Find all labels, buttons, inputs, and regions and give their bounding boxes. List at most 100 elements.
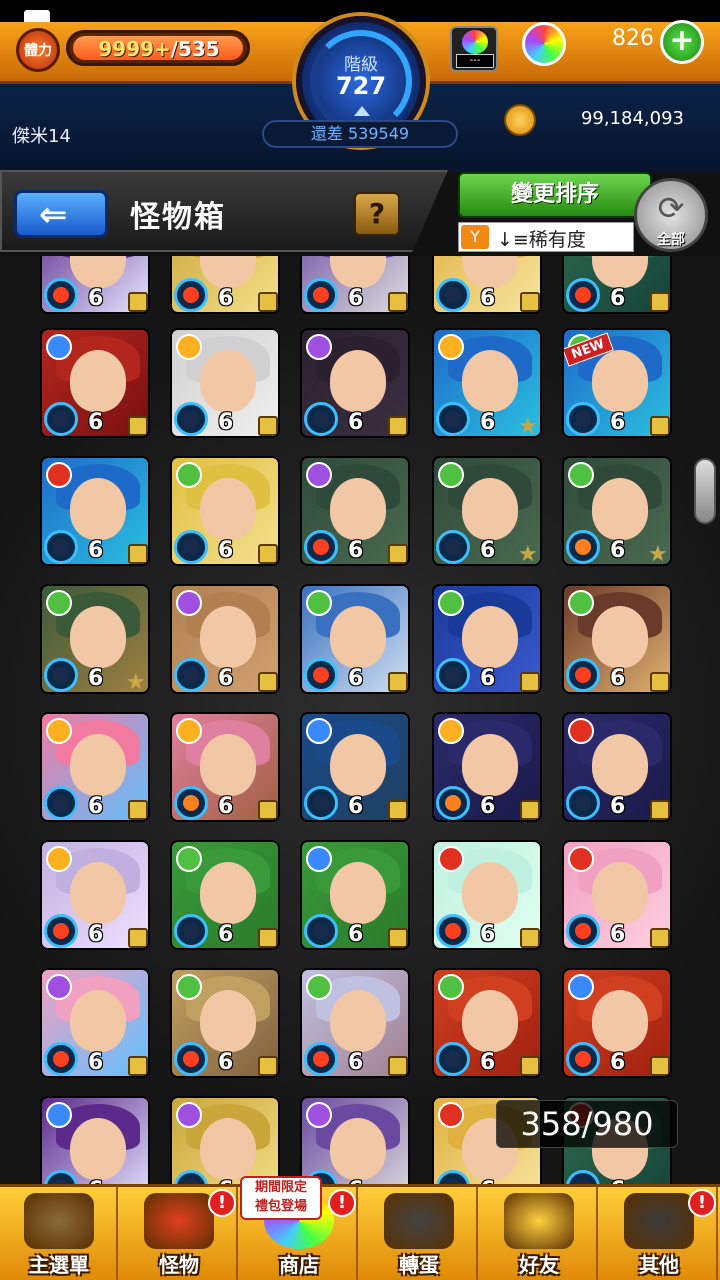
- monster-face: [70, 350, 126, 412]
- monster-face: [200, 478, 256, 540]
- fruit-icon: [436, 1042, 470, 1076]
- nav-item[interactable]: 好友: [480, 1187, 598, 1280]
- monster-level: 6: [610, 538, 626, 563]
- element-icon: [568, 590, 594, 616]
- monster-card[interactable]: 6 NEW: [562, 328, 672, 438]
- monster-card[interactable]: 6: [40, 712, 150, 822]
- refresh-label: 全部: [657, 232, 685, 248]
- nav-item[interactable]: 怪物!: [120, 1187, 238, 1280]
- monster-level: 6: [348, 1050, 364, 1075]
- lock-icon: [388, 544, 408, 564]
- monster-card[interactable]: 6: [300, 968, 410, 1078]
- monster-card[interactable]: 6 ★: [40, 584, 150, 694]
- monster-level: 6: [348, 538, 364, 563]
- nav-label: 怪物: [159, 1253, 199, 1277]
- lock-icon: [388, 416, 408, 436]
- monster-card[interactable]: 6: [562, 584, 672, 694]
- monster-card[interactable]: 6: [300, 584, 410, 694]
- element-icon: [176, 462, 202, 488]
- monster-card[interactable]: 6: [300, 712, 410, 822]
- monster-card[interactable]: 6 ★: [562, 456, 672, 566]
- scrollbar-handle[interactable]: [694, 458, 716, 524]
- change-sort-button[interactable]: 變更排序: [458, 172, 652, 218]
- monster-card[interactable]: 6: [432, 840, 542, 950]
- monster-card[interactable]: 6: [300, 1096, 410, 1184]
- sort-current: ↓≡稀有度: [497, 229, 586, 251]
- element-icon: [438, 1102, 464, 1128]
- monster-card[interactable]: 6: [562, 840, 672, 950]
- back-button[interactable]: ⇐: [14, 190, 108, 238]
- element-icon: [306, 846, 332, 872]
- gift-box-button[interactable]: ---: [450, 26, 498, 72]
- fruit-icon-inner: [53, 667, 69, 683]
- monster-card[interactable]: 6: [170, 968, 280, 1078]
- fruit-icon-inner: [313, 411, 329, 427]
- monster-grid[interactable]: 6 6 6 6 6 6 6 6 6 ★ 6 NEW 6 6 6 6 ★ 6 ★ 6 ★ 6 6 6 6 6 6 6 6 6 6 6 6 6 6 6 6 6…: [0, 256, 720, 1184]
- lock-icon: [650, 928, 670, 948]
- box-count: 358/980: [496, 1100, 678, 1148]
- monster-level: 6: [480, 666, 496, 691]
- monster-card[interactable]: 6: [562, 968, 672, 1078]
- filter-icon[interactable]: Y: [461, 225, 489, 249]
- monster-card[interactable]: 6: [300, 328, 410, 438]
- monster-card[interactable]: 6: [432, 256, 542, 314]
- lock-icon: [128, 416, 148, 436]
- caret-up-icon: [354, 106, 370, 116]
- monster-card[interactable]: 6: [40, 840, 150, 950]
- fruit-icon: [304, 278, 338, 312]
- monster-card[interactable]: 6: [40, 1096, 150, 1184]
- monster-card[interactable]: 6: [432, 968, 542, 1078]
- monster-card[interactable]: 6: [170, 584, 280, 694]
- fruit-icon-inner: [53, 923, 69, 939]
- star-icon: ★: [126, 670, 146, 694]
- monster-card[interactable]: 6: [40, 456, 150, 566]
- monster-card[interactable]: 6: [170, 840, 280, 950]
- monster-card[interactable]: 6: [170, 328, 280, 438]
- element-icon: [46, 1102, 72, 1128]
- monster-card[interactable]: 6: [40, 256, 150, 314]
- nav-item[interactable]: 轉蛋: [360, 1187, 478, 1280]
- monster-card[interactable]: 6: [170, 256, 280, 314]
- lock-icon: [258, 416, 278, 436]
- lock-icon: [258, 544, 278, 564]
- monster-card[interactable]: 6: [432, 584, 542, 694]
- lock-icon: [388, 292, 408, 312]
- fruit-icon: [566, 658, 600, 692]
- fruit-icon: [44, 278, 78, 312]
- nav-item[interactable]: 其他!: [600, 1187, 718, 1280]
- fruit-icon-inner: [53, 795, 69, 811]
- monster-face: [330, 734, 386, 796]
- element-icon: [306, 462, 332, 488]
- fruit-icon: [304, 1042, 338, 1076]
- monster-card[interactable]: 6 ★: [432, 328, 542, 438]
- monster-card[interactable]: 6: [300, 256, 410, 314]
- monster-card[interactable]: 6: [40, 968, 150, 1078]
- monster-card[interactable]: 6: [170, 1096, 280, 1184]
- help-button[interactable]: ?: [354, 192, 400, 236]
- nav-label: 其他: [639, 1253, 679, 1277]
- fruit-icon: [304, 658, 338, 692]
- gate-icon: [24, 1193, 94, 1249]
- fruit-icon-inner: [183, 667, 199, 683]
- monster-card[interactable]: 6: [562, 712, 672, 822]
- add-orb-button[interactable]: +: [660, 20, 704, 64]
- monster-face: [200, 350, 256, 412]
- monster-card[interactable]: 6: [562, 256, 672, 314]
- monster-card[interactable]: 6: [170, 456, 280, 566]
- fruit-icon: [174, 658, 208, 692]
- monster-level: 6: [348, 286, 364, 311]
- monster-card[interactable]: 6: [170, 712, 280, 822]
- nav-item[interactable]: 主選單: [0, 1187, 118, 1280]
- monster-card[interactable]: 6: [40, 328, 150, 438]
- monster-level: 6: [218, 410, 234, 435]
- promo-line: 期間限定: [254, 1180, 307, 1195]
- fruit-icon-inner: [445, 1051, 461, 1067]
- refresh-all-button[interactable]: ⟳ 全部: [634, 178, 708, 252]
- monster-card[interactable]: 6: [300, 840, 410, 950]
- limited-offer-banner[interactable]: 期間限定 禮包登場: [240, 1176, 322, 1220]
- sort-field[interactable]: Y ↓≡稀有度: [458, 222, 634, 252]
- monster-card[interactable]: 6: [432, 712, 542, 822]
- lock-icon: [258, 672, 278, 692]
- monster-card[interactable]: 6: [300, 456, 410, 566]
- monster-card[interactable]: 6 ★: [432, 456, 542, 566]
